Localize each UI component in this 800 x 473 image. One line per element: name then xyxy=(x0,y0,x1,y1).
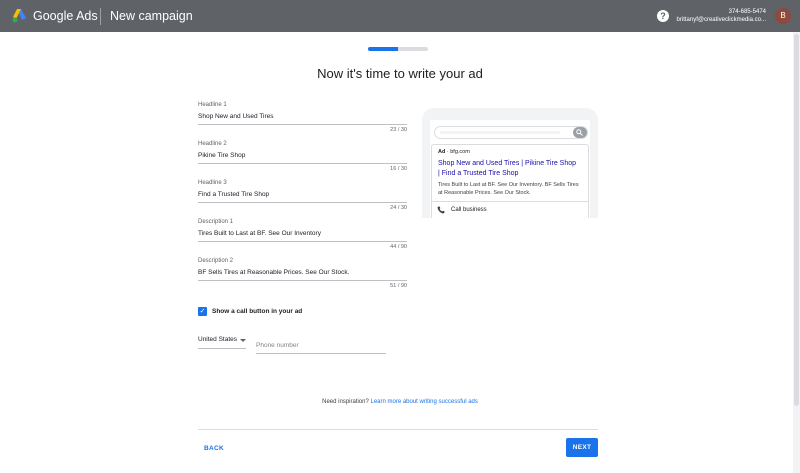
description-2-input[interactable]: BF Sells Tires at Reasonable Prices. See… xyxy=(198,269,407,277)
footer-divider xyxy=(198,429,598,430)
headline-2-field[interactable]: Headline 2 Pikine Tire Shop 16 / 30 xyxy=(198,140,407,173)
field-label: Headline 3 xyxy=(198,180,227,186)
character-count: 24 / 30 xyxy=(390,205,407,211)
page-title: Now it's time to write your ad xyxy=(317,66,483,81)
headline-1-field[interactable]: Headline 1 Shop New and Used Tires 23 / … xyxy=(198,101,407,134)
character-count: 51 / 90 xyxy=(390,283,407,289)
ad-badge: Ad xyxy=(438,149,446,155)
field-underline xyxy=(198,163,407,164)
field-label: Description 2 xyxy=(198,258,234,264)
character-count: 44 / 90 xyxy=(390,244,407,250)
character-count: 23 / 30 xyxy=(390,127,407,133)
field-underline xyxy=(198,124,407,125)
inspiration-text: Need inspiration? Learn more about writi… xyxy=(0,398,800,406)
field-label: Description 1 xyxy=(198,219,234,225)
field-underline xyxy=(198,241,407,242)
headline-2-input[interactable]: Pikine Tire Shop xyxy=(198,152,407,160)
phone-icon xyxy=(437,206,445,214)
preview-search-placeholder xyxy=(440,131,560,134)
ad-preview-call-label: Call business xyxy=(451,207,487,213)
help-icon[interactable]: ? xyxy=(657,10,669,22)
description-1-field[interactable]: Description 1 Tires Built to Last at BF.… xyxy=(198,218,407,251)
account-info[interactable]: 374-685-5474 brittanyf@creativeclickmedi… xyxy=(677,8,766,24)
google-ads-logo-icon[interactable] xyxy=(12,9,28,23)
call-button-checkbox-label[interactable]: Show a call button in your ad xyxy=(212,307,302,316)
character-count: 16 / 30 xyxy=(390,166,407,172)
field-underline xyxy=(198,348,246,349)
headline-1-input[interactable]: Shop New and Used Tires xyxy=(198,113,407,121)
scrollbar-thumb[interactable] xyxy=(794,34,799,406)
ad-display-url: Ad · bfg.com xyxy=(438,149,470,156)
field-label: Headline 2 xyxy=(198,141,227,147)
top-bar: Google Ads New campaign ? 374-685-5474 b… xyxy=(0,0,800,32)
headline-3-input[interactable]: Find a Trusted Tire Shop xyxy=(198,191,407,199)
description-2-field[interactable]: Description 2 BF Sells Tires at Reasonab… xyxy=(198,257,407,290)
call-button-checkbox[interactable]: ✓ xyxy=(198,307,207,316)
field-underline xyxy=(198,202,407,203)
account-email: brittanyf@creativeclickmedia.co... xyxy=(676,17,766,23)
avatar[interactable]: B xyxy=(775,8,791,24)
header-divider xyxy=(100,8,101,25)
brand-name[interactable]: Google Ads xyxy=(33,9,98,23)
search-icon xyxy=(576,129,583,136)
field-underline xyxy=(198,280,407,281)
ad-url-text: · bfg.com xyxy=(446,149,470,155)
ad-preview-divider xyxy=(431,201,589,202)
ad-preview-description: Tires Built to Last at BF. See Our Inven… xyxy=(438,182,579,196)
learn-more-link[interactable]: Learn more about writing successful ads xyxy=(370,399,477,405)
chevron-down-icon xyxy=(240,339,246,342)
step-progress-fill xyxy=(368,47,398,51)
country-select-value: United States xyxy=(198,336,238,343)
country-select[interactable]: United States xyxy=(198,334,246,349)
field-label: Headline 1 xyxy=(198,102,227,108)
inspiration-prefix: Need inspiration? xyxy=(322,399,369,405)
step-progress-bar xyxy=(368,47,428,51)
phone-number-input[interactable] xyxy=(256,338,386,354)
campaign-title: New campaign xyxy=(110,9,193,23)
preview-search-button xyxy=(573,127,587,138)
next-button[interactable]: NEXT xyxy=(566,438,598,457)
description-1-input[interactable]: Tires Built to Last at BF. See Our Inven… xyxy=(198,230,407,238)
headline-3-field[interactable]: Headline 3 Find a Trusted Tire Shop 24 /… xyxy=(198,179,407,212)
phone-number-container xyxy=(256,334,386,354)
account-phone: 374-685-5474 xyxy=(728,9,766,15)
back-button[interactable]: BACK xyxy=(198,439,230,457)
ad-preview-headline: Shop New and Used Tires | Pikine Tire Sh… xyxy=(438,160,577,177)
